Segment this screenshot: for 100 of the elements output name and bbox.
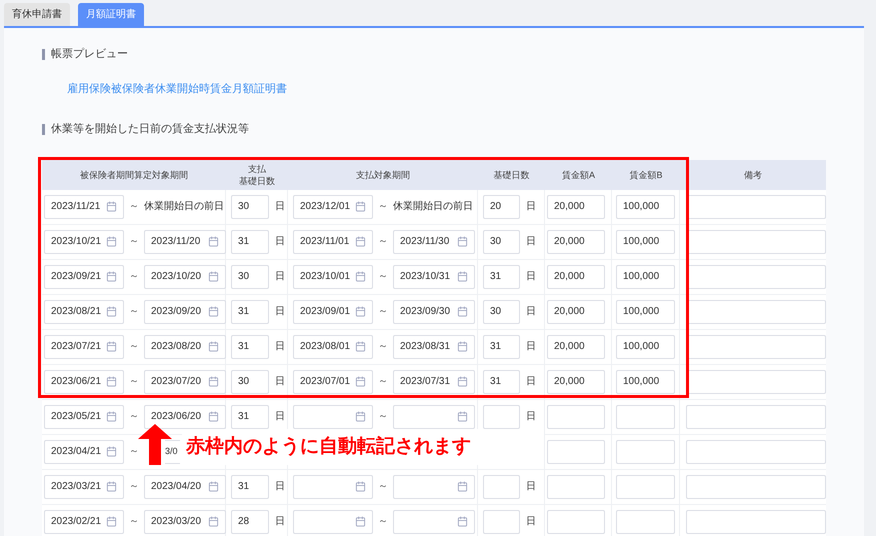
input-field[interactable] [547,474,605,498]
calendar-icon[interactable] [208,271,219,282]
input-field[interactable]: 31 [231,334,269,358]
date-field[interactable]: 2023/04/20 [144,474,226,498]
date-field[interactable]: 2023/09/21 [44,264,124,288]
date-field[interactable]: 2023/10/21 [44,230,124,254]
input-field[interactable]: 100,000 [616,194,675,218]
tab[interactable]: 育休申請書 [4,3,70,26]
input-field[interactable] [686,474,826,498]
input-field[interactable]: 31 [231,300,269,324]
input-field[interactable]: 20,000 [547,334,605,358]
date-field[interactable]: 2023/10/01 [293,264,373,288]
date-field[interactable]: 2023/09/20 [144,300,226,324]
input-field[interactable] [686,264,826,288]
date-field[interactable] [293,510,373,534]
calendar-icon[interactable] [106,306,117,317]
calendar-icon[interactable] [208,411,219,422]
input-field[interactable]: 30 [231,370,269,394]
input-field[interactable] [483,510,520,534]
date-field[interactable]: 2023/06/21 [44,370,124,394]
date-field[interactable]: 2023/08/20 [144,334,226,358]
date-field[interactable]: 2023/11/21 [44,194,124,218]
input-field[interactable]: 31 [231,230,269,254]
calendar-icon[interactable] [106,446,117,457]
input-field[interactable]: 30 [483,300,520,324]
input-field[interactable] [686,334,826,358]
calendar-icon[interactable] [457,306,468,317]
calendar-icon[interactable] [355,376,366,387]
input-field[interactable] [686,230,826,254]
calendar-icon[interactable] [355,516,366,527]
input-field[interactable]: 20 [483,194,520,218]
input-field[interactable] [686,194,826,218]
date-field[interactable]: 2023/03/21 [44,474,124,498]
date-field[interactable]: 2023/05/21 [44,404,124,428]
input-field[interactable] [686,440,826,464]
calendar-icon[interactable] [355,411,366,422]
input-field[interactable] [547,510,605,534]
date-field[interactable]: 2023/07/01 [293,370,373,394]
input-field[interactable] [547,404,605,428]
date-field[interactable]: 2023/10/20 [144,264,226,288]
calendar-icon[interactable] [355,271,366,282]
calendar-icon[interactable] [457,411,468,422]
date-field[interactable]: 2023/08/01 [293,334,373,358]
date-field[interactable]: 2023/09/01 [293,300,373,324]
calendar-icon[interactable] [106,516,117,527]
input-field[interactable] [686,404,826,428]
calendar-icon[interactable] [457,271,468,282]
date-field[interactable] [393,404,475,428]
calendar-icon[interactable] [208,341,219,352]
input-field[interactable]: 31 [231,404,269,428]
date-field[interactable] [293,404,373,428]
date-field[interactable]: 2023/08/21 [44,300,124,324]
calendar-icon[interactable] [106,481,117,492]
date-field[interactable]: 2023/07/20 [144,370,226,394]
calendar-icon[interactable] [457,376,468,387]
input-field[interactable] [686,510,826,534]
calendar-icon[interactable] [208,376,219,387]
date-field[interactable]: 3/0 [165,440,180,464]
calendar-icon[interactable] [457,516,468,527]
input-field[interactable] [616,404,675,428]
date-field[interactable]: 2023/02/21 [44,510,124,534]
calendar-icon[interactable] [208,236,219,247]
input-field[interactable]: 100,000 [616,264,675,288]
calendar-icon[interactable] [106,376,117,387]
input-field[interactable]: 100,000 [616,370,675,394]
date-field[interactable]: 2023/12/01 [293,194,373,218]
date-field[interactable] [293,474,373,498]
calendar-icon[interactable] [355,306,366,317]
date-field[interactable]: 2023/11/20 [144,230,226,254]
input-field[interactable]: 30 [483,230,520,254]
date-field[interactable]: 2023/10/31 [393,264,475,288]
input-field[interactable]: 20,000 [547,230,605,254]
input-field[interactable]: 30 [231,264,269,288]
calendar-icon[interactable] [355,341,366,352]
calendar-icon[interactable] [355,236,366,247]
calendar-icon[interactable] [457,236,468,247]
input-field[interactable]: 30 [231,194,269,218]
calendar-icon[interactable] [457,481,468,492]
calendar-icon[interactable] [106,341,117,352]
calendar-icon[interactable] [106,236,117,247]
input-field[interactable] [686,370,826,394]
calendar-icon[interactable] [208,481,219,492]
date-field[interactable]: 2023/07/31 [393,370,475,394]
input-field[interactable] [616,510,675,534]
date-field[interactable]: 2023/06/20 [144,404,226,428]
input-field[interactable] [686,300,826,324]
date-field[interactable]: 2023/03/20 [144,510,226,534]
date-field[interactable]: 2023/04/21 [44,440,124,464]
calendar-icon[interactable] [208,516,219,527]
input-field[interactable]: 31 [483,334,520,358]
calendar-icon[interactable] [355,201,366,212]
calendar-icon[interactable] [106,201,117,212]
calendar-icon[interactable] [106,271,117,282]
input-field[interactable]: 20,000 [547,264,605,288]
input-field[interactable]: 31 [483,264,520,288]
input-field[interactable] [616,440,675,464]
input-field[interactable]: 20,000 [547,300,605,324]
input-field[interactable]: 100,000 [616,334,675,358]
date-field[interactable] [393,474,475,498]
date-field[interactable] [393,510,475,534]
